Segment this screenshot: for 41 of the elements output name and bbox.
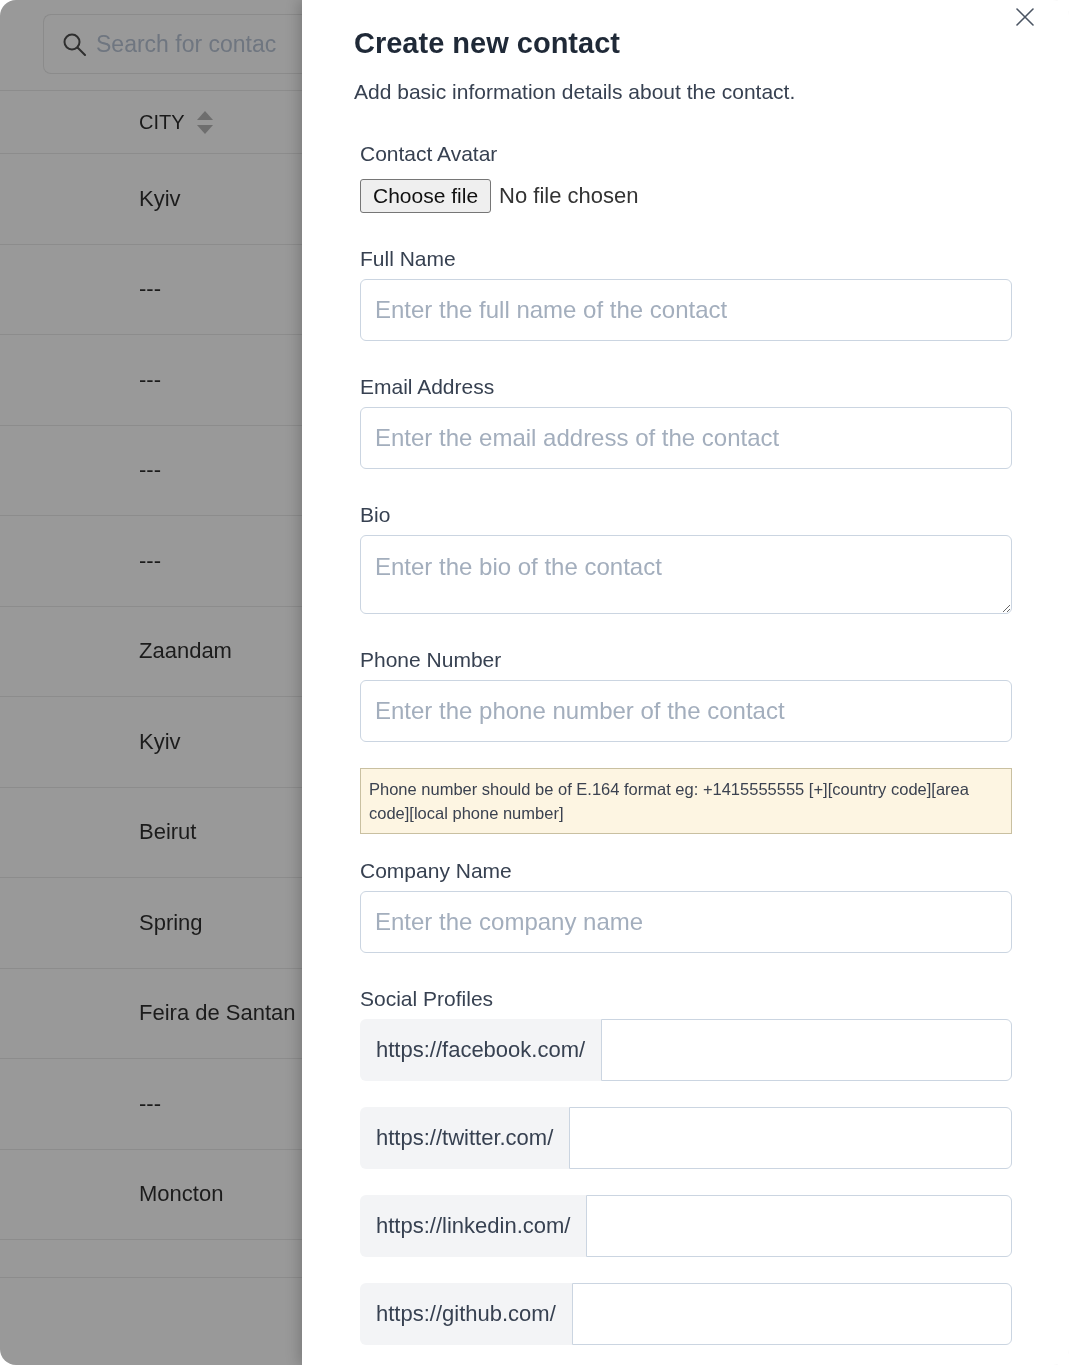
table-cell: --- bbox=[139, 366, 161, 393]
url-input[interactable] bbox=[601, 1019, 1012, 1081]
table-cell: Kyiv bbox=[139, 728, 181, 755]
choose-file-button[interactable]: Choose file bbox=[360, 179, 492, 213]
field-label: Social Profiles bbox=[360, 986, 495, 1012]
table-cell: Spring bbox=[139, 909, 203, 936]
field-label: Bio bbox=[360, 502, 392, 528]
url-prefix: https://linkedin.com/ bbox=[360, 1195, 587, 1257]
url-input[interactable] bbox=[571, 1283, 1012, 1345]
drawer-subtitle: Add basic information details about the contact. bbox=[354, 79, 797, 105]
url-input[interactable] bbox=[586, 1195, 1012, 1257]
text-area[interactable]: Enter the bio of the contact bbox=[360, 535, 1012, 614]
url-prefix: https://facebook.com/ bbox=[360, 1019, 602, 1081]
drawer-title: Create new contact bbox=[354, 26, 621, 60]
search-icon bbox=[62, 32, 86, 56]
field-label: Full Name bbox=[360, 246, 457, 272]
table-cell: Zaandam bbox=[139, 638, 232, 665]
table-cell: Kyiv bbox=[139, 185, 181, 212]
table-cell: --- bbox=[139, 1090, 161, 1117]
table-cell: Beirut bbox=[139, 819, 197, 846]
url-prefix: https://github.com/ bbox=[360, 1283, 572, 1345]
text-input[interactable]: Enter the email address of the contact bbox=[360, 407, 1012, 469]
table-cell: --- bbox=[139, 276, 161, 303]
text-input[interactable]: Enter the phone number of the contact bbox=[360, 680, 1012, 742]
field-label: Phone Number bbox=[360, 647, 503, 673]
format-hint: Phone number should be of E.164 format eg: +1415555555 [+][country code][area code][local phone number] bbox=[360, 768, 1012, 834]
file-status: No file chosen bbox=[499, 183, 639, 209]
table-cell: --- bbox=[139, 457, 161, 484]
table-cell: Feira de Santan bbox=[139, 1000, 296, 1027]
table-cell: Moncton bbox=[139, 1181, 224, 1208]
table-cell: --- bbox=[139, 547, 161, 574]
column-header[interactable]: CITY bbox=[139, 110, 213, 134]
field-label: Company Name bbox=[360, 858, 513, 884]
field-label: Email Address bbox=[360, 374, 496, 400]
url-prefix: https://twitter.com/ bbox=[360, 1107, 570, 1169]
close-button[interactable] bbox=[1016, 8, 1034, 26]
text-input[interactable]: Enter the company name bbox=[360, 891, 1012, 953]
text-input[interactable]: Enter the full name of the contact bbox=[360, 279, 1012, 341]
url-input[interactable] bbox=[569, 1107, 1012, 1169]
field-label: Contact Avatar bbox=[360, 141, 499, 167]
close-icon bbox=[1016, 8, 1034, 26]
